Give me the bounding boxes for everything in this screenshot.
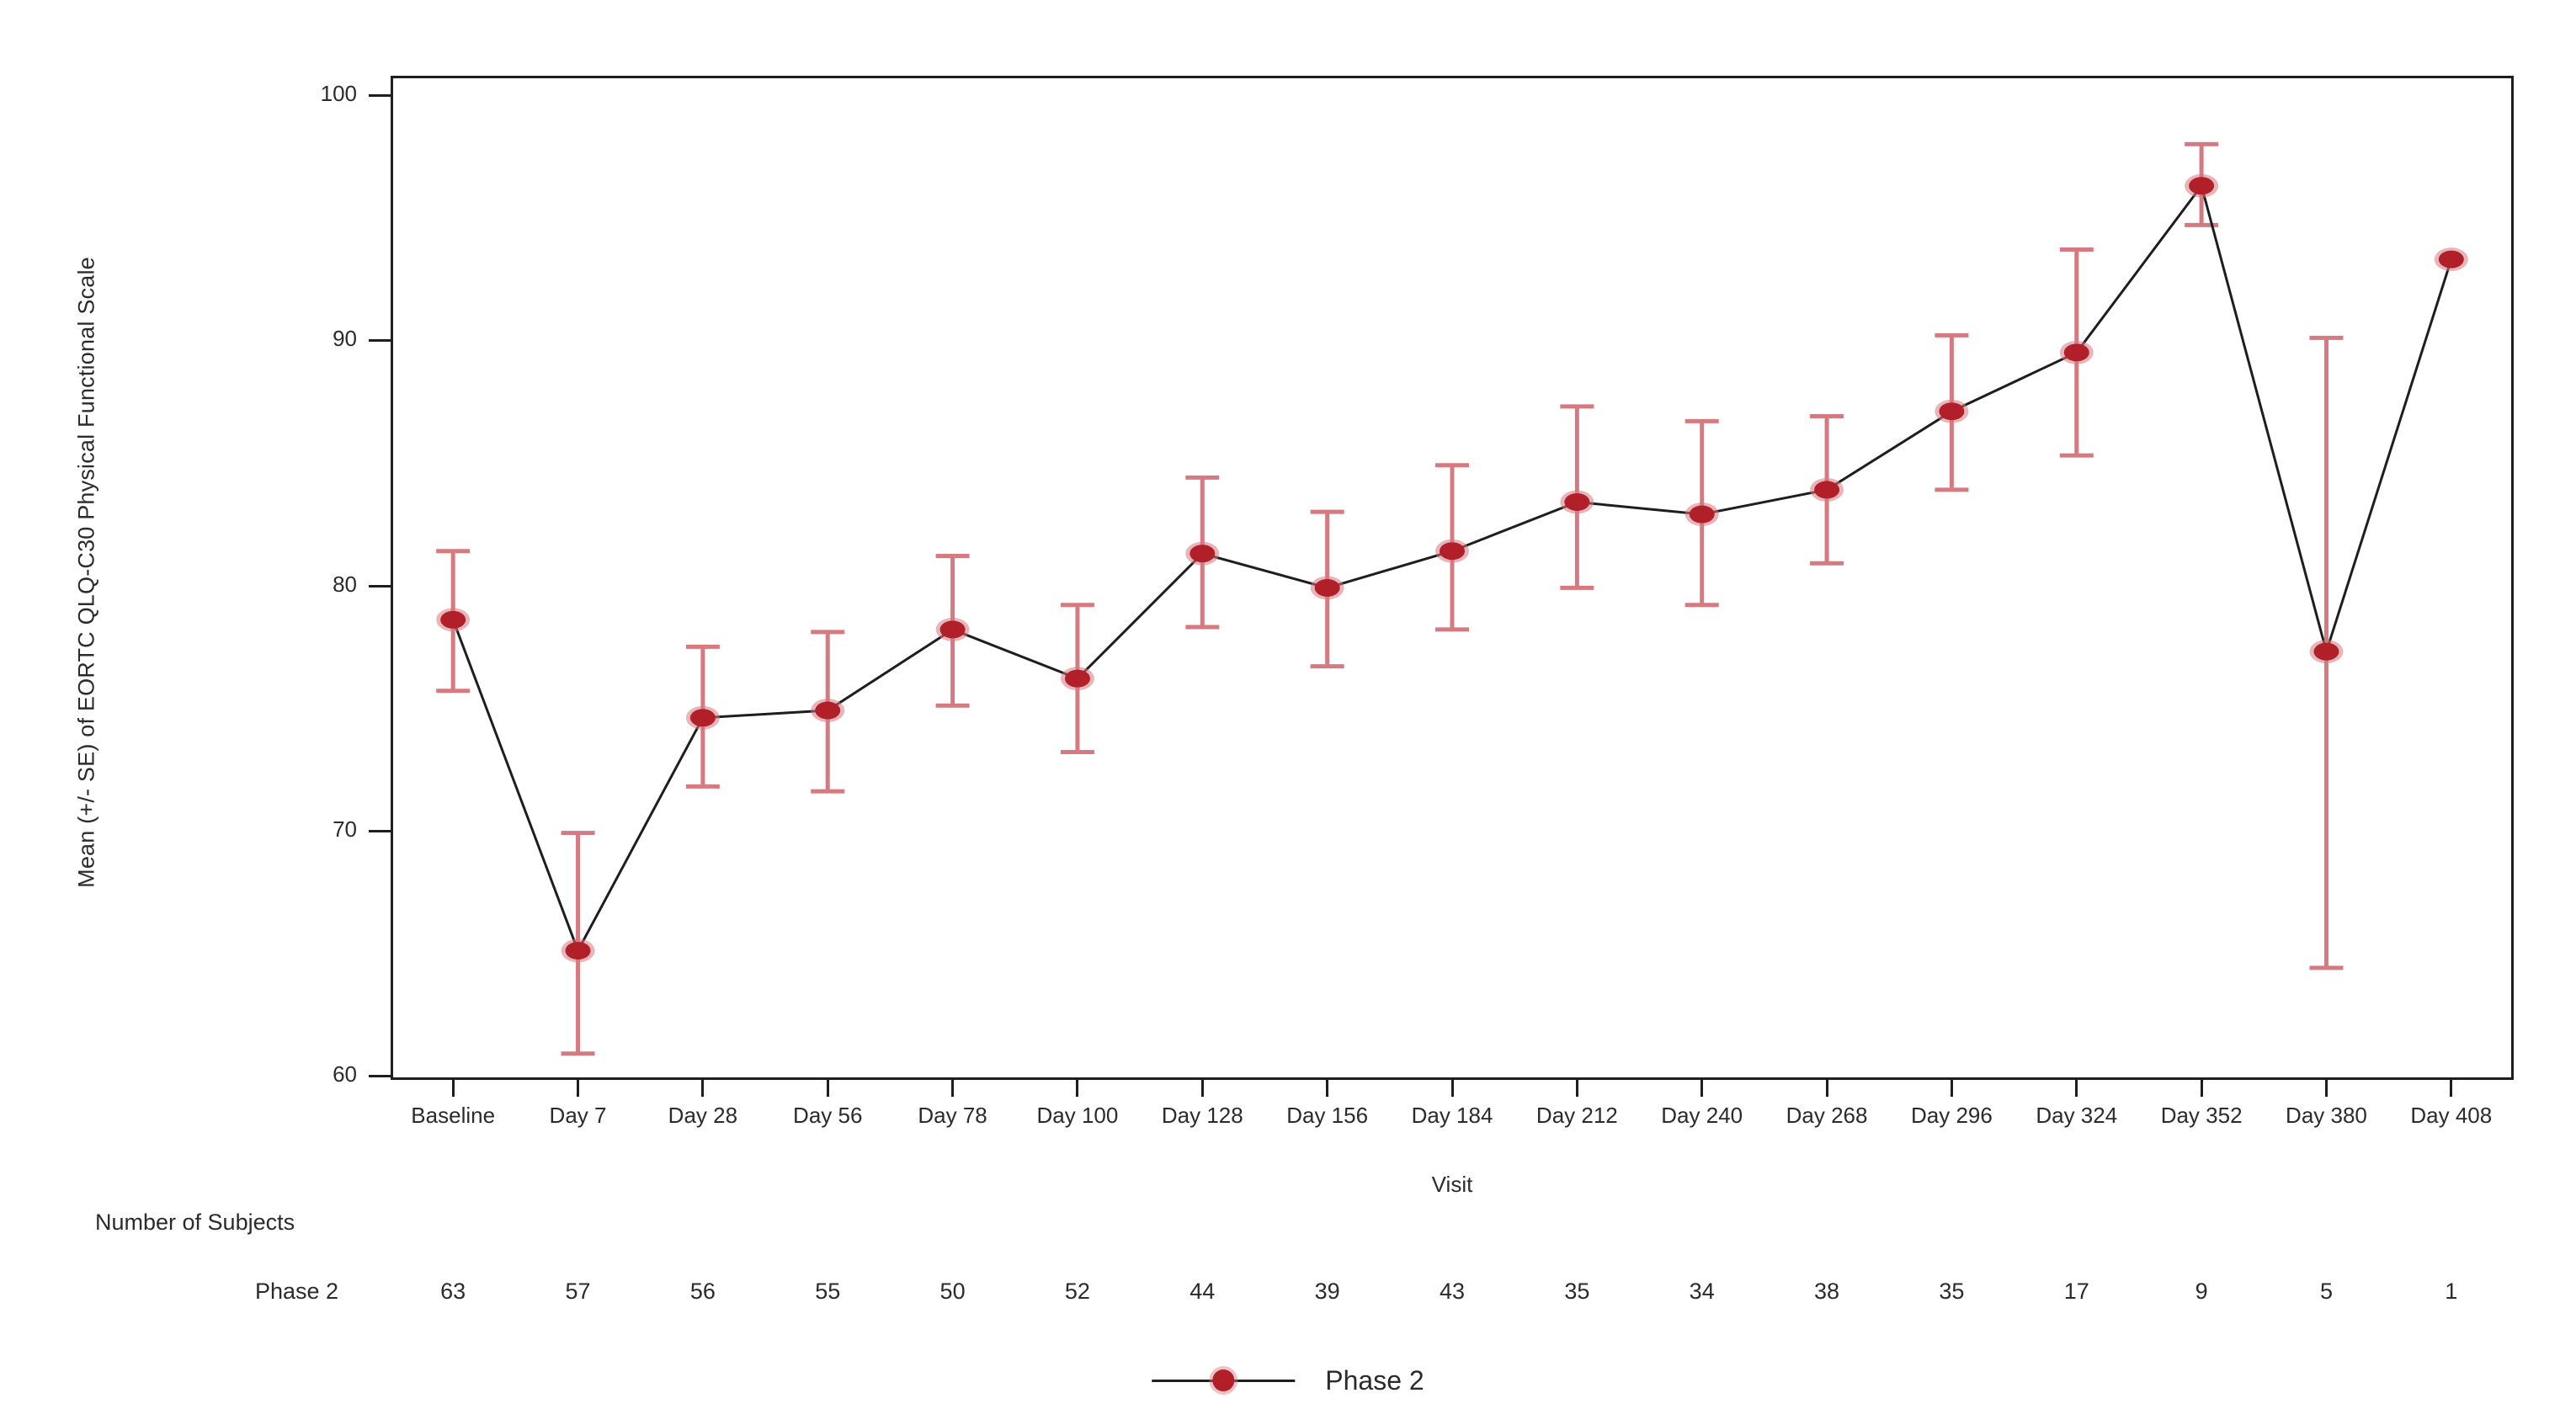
subject-count-cell: 44 [1190,1279,1216,1304]
y-tick-mark [369,829,391,832]
x-tick-label: Day 100 [1036,1103,1119,1128]
plot-area [391,76,2514,1080]
x-tick-mark [701,1080,705,1097]
y-tick-label: 80 [333,571,357,597]
legend-marker-icon [1212,1369,1235,1391]
subject-count-cell: 39 [1314,1279,1340,1304]
x-tick-label: Day 268 [1786,1103,1868,1128]
x-tick-mark [1575,1080,1578,1097]
x-tick-label: Day 324 [2036,1103,2118,1128]
x-tick-label: Day 128 [1161,1103,1243,1128]
subject-count-cell: 35 [1939,1279,1965,1304]
legend-label-phase-2: Phase 2 [1325,1364,1424,1396]
x-tick-mark [2324,1080,2328,1097]
subject-count-cell: 35 [1564,1279,1590,1304]
x-tick-label: Day 156 [1286,1103,1369,1128]
x-tick-mark [1950,1080,1953,1097]
x-tick-mark [2200,1080,2203,1097]
x-tick-mark [1200,1080,1204,1097]
x-tick-mark [1326,1080,1329,1097]
x-tick-label: Day 296 [1910,1103,1993,1128]
x-axis-title: Visit [1431,1172,1473,1197]
x-tick-mark [951,1080,955,1097]
subject-counts-row-label: Phase 2 [255,1279,339,1304]
x-tick-label: Day 28 [668,1103,738,1128]
x-tick-mark [1076,1080,1079,1097]
subject-count-cell: 34 [1689,1279,1715,1304]
x-tick-mark [2450,1080,2453,1097]
x-tick-label: Baseline [411,1103,496,1128]
chart-figure: Mean (+/- SE) of EORTC QLQ-C30 Physical … [0,0,2576,1425]
y-tick-mark [369,1075,391,1077]
subject-count-cell: 17 [2063,1279,2089,1304]
x-tick-label: Day 7 [549,1103,607,1128]
y-tick-label: 60 [333,1061,357,1087]
subject-count-cell: 63 [440,1279,466,1304]
subject-count-cell: 5 [2319,1279,2333,1304]
subject-count-cell: 52 [1064,1279,1090,1304]
x-tick-label: Day 380 [2286,1103,2367,1128]
x-tick-label: Day 184 [1411,1103,1493,1128]
y-tick-mark [369,584,391,588]
subject-count-cell: 43 [1439,1279,1466,1304]
y-tick-label: 100 [320,81,357,106]
y-tick-label: 90 [333,326,357,352]
subject-counts-title: Number of Subjects [95,1210,295,1235]
legend-symbol [1152,1368,1296,1393]
x-tick-mark [577,1080,580,1097]
x-tick-mark [2075,1080,2078,1097]
x-tick-mark [1700,1080,1704,1097]
x-tick-label: Day 352 [2160,1103,2243,1128]
y-tick-mark [369,94,391,97]
y-tick-mark [369,339,391,343]
chart-legend: Phase 2 [1152,1357,1424,1404]
y-axis-title: Mean (+/- SE) of EORTC QLQ-C30 Physical … [73,257,99,888]
subject-count-cell: 55 [815,1279,841,1304]
y-tick-label: 70 [333,816,357,842]
x-tick-label: Day 212 [1535,1103,1618,1128]
subject-count-cell: 1 [2445,1279,2458,1304]
subject-count-cell: 9 [2195,1279,2208,1304]
subject-count-cell: 38 [1814,1279,1840,1304]
x-tick-label: Day 78 [918,1103,987,1128]
x-tick-mark [1450,1080,1454,1097]
x-tick-label: Day 56 [793,1103,863,1128]
x-tick-mark [451,1080,455,1097]
subject-count-cell: 57 [565,1279,591,1304]
subject-count-cell: 56 [689,1279,716,1304]
x-tick-label: Day 408 [2410,1103,2493,1128]
x-tick-label: Day 240 [1661,1103,1743,1128]
x-tick-mark [826,1080,829,1097]
x-tick-mark [1825,1080,1828,1097]
subject-count-cell: 50 [939,1279,966,1304]
